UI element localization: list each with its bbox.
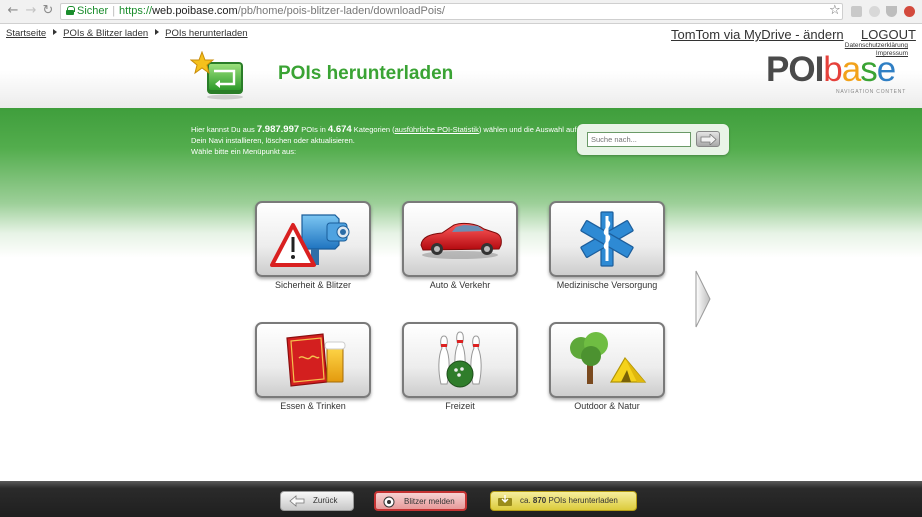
url-host: web.poibase.com [152,5,238,17]
bowling-icon [438,331,482,388]
url-scheme: https:// [119,5,153,17]
category-tile-outdoor[interactable]: Outdoor & Natur [549,322,665,411]
secure-label: Sicher [77,5,109,17]
intro-instruction: Wähle bitte ein Menüpunkt aus: [191,147,297,156]
tree-and-tent-icon [570,332,647,384]
extension-cloud-icon[interactable] [869,6,880,17]
star-of-life-icon [580,211,634,267]
intro-part2: POIs in [299,125,328,134]
back-arrow-icon[interactable]: ← [6,4,20,18]
arrow-left-icon [289,495,305,507]
red-car-icon [420,222,502,259]
category-label-medical: Medizinische Versorgung [556,280,658,290]
extension-puzzle-icon[interactable] [851,6,862,17]
breadcrumb-current[interactable]: POIs herunterladen [165,28,247,39]
category-button-auto[interactable] [402,201,518,277]
download-label: ca. 870 POIs herunterladen [520,492,618,510]
page: ← → ↻ Sicher | https://web.poibase.com/pb/… [0,0,922,517]
menu-and-beer-icon [286,333,346,387]
back-label: Zurück [313,496,338,505]
speed-camera-icon [383,496,395,508]
logo-base: base [823,50,896,89]
bookmark-star-icon[interactable]: ☆ [829,4,841,18]
category-tile-leisure[interactable]: Freizeit [402,322,518,411]
lock-icon [66,6,75,15]
category-tile-auto[interactable]: Auto & Verkehr [402,201,518,290]
logo-letter: e [876,50,896,89]
category-button-leisure[interactable] [402,322,518,398]
breadcrumb-arrow-icon [53,29,58,35]
poi-count: 7.987.997 [256,124,300,135]
main-content: Hier kannst Du aus 7.987.997 POIs in 4.6… [0,108,922,481]
reload-icon[interactable]: ↻ [41,4,55,18]
intro-part1: Hier kannst Du aus [191,125,257,134]
category-button-outdoor[interactable] [549,322,665,398]
back-button[interactable]: Zurück [280,491,354,511]
logo-letter: b [823,50,842,89]
category-tile-food[interactable]: Essen & Trinken [255,322,371,411]
extension-red-icon[interactable] [904,6,915,17]
category-button-medical[interactable] [549,201,665,277]
page-title: POIs herunterladen [278,63,454,84]
search-button[interactable] [696,131,720,147]
category-label-outdoor: Outdoor & Natur [574,401,640,411]
breadcrumb-home[interactable]: Startseite [6,28,46,39]
download-suffix: POIs herunterladen [546,496,618,505]
logo-poi: POI [766,50,824,89]
breadcrumb: Startseite POIs & Blitzer laden POIs herun… [6,28,248,39]
breadcrumb-arrow-icon [155,29,160,35]
extension-download-icon[interactable] [886,6,897,17]
poibase-logo[interactable]: POIbase [766,50,896,89]
account-change-link[interactable]: TomTom via MyDrive - ändern [671,27,844,42]
browser-toolbar: ← → ↻ Sicher | https://web.poibase.com/pb/… [0,0,922,24]
site-header: Startseite POIs & Blitzer laden POIs herun… [0,25,922,108]
arrow-right-icon [700,134,717,145]
breadcrumb-pois-blitzer[interactable]: POIs & Blitzer laden [63,28,148,39]
poi-download-star-icon [190,51,243,100]
speed-camera-warning-icon [270,214,350,267]
forward-arrow-icon[interactable]: → [24,4,38,18]
logout-link[interactable]: LOGOUT [861,27,916,42]
category-tile-safety[interactable]: Sicherheit & Blitzer [255,201,371,290]
address-bar[interactable]: Sicher | https://web.poibase.com/pb/home/p… [60,3,843,20]
category-count: 4.674 [327,124,352,135]
footer-bar: Zurück Blitzer melden ca. 870 POIs herun… [0,481,922,517]
category-button-food[interactable] [255,322,371,398]
logo-tagline: NAVIGATION CONTENT [836,89,907,95]
intro-part3: Kategorien ( [351,125,395,134]
intro-text: Hier kannst Du aus 7.987.997 POIs in 4.6… [191,124,577,157]
search-input[interactable] [587,132,691,147]
privacy-link[interactable]: Datenschutzerklärung [790,42,908,49]
search-panel [577,124,729,155]
category-tile-medical[interactable]: Medizinische Versorgung [549,201,665,290]
poi-statistics-link[interactable]: ausführliche POI-Statistik [395,125,479,134]
logo-letter: s [860,50,877,89]
next-page-arrow-icon[interactable] [695,270,711,328]
report-speed-camera-button[interactable]: Blitzer melden [374,491,467,511]
download-pois-button[interactable]: ca. 870 POIs herunterladen [490,491,637,511]
category-button-safety[interactable] [255,201,371,277]
download-prefix: ca. [520,496,533,505]
download-count: 870 [532,496,547,505]
report-speed-camera-label: Blitzer melden [404,497,455,506]
download-device-icon [498,495,512,506]
url-path: /pb/home/pois-blitzer-laden/downloadPois… [237,5,445,17]
logo-letter: a [841,50,861,89]
